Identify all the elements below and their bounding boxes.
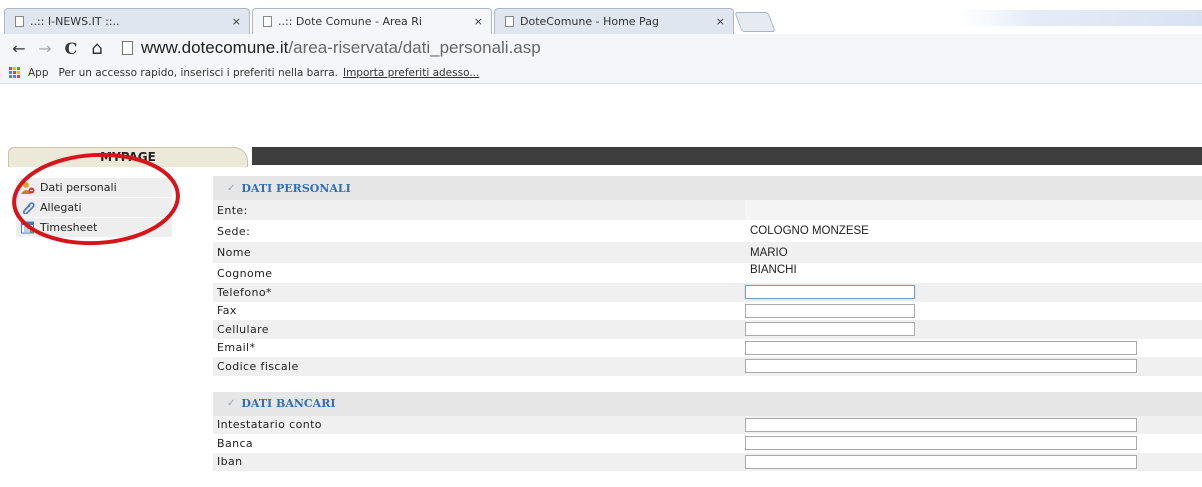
window-titlebar (960, 10, 1202, 26)
check-icon: ✓ (227, 398, 236, 409)
bookmarks-bar: App Per un accesso rapido, inserisci i p… (0, 62, 1202, 84)
url-host: www.dotecomune.it (141, 38, 289, 57)
iban-input[interactable] (745, 454, 1137, 469)
home-button[interactable]: ⌂ (84, 38, 110, 59)
row-sede: Sede: COLOGNO MONZESE (213, 220, 1202, 242)
cellulare-input[interactable] (745, 322, 915, 337)
page-icon (263, 16, 272, 27)
tab-dotecomune-home[interactable]: DoteComune - Home Pag × (494, 8, 734, 34)
section-header-bank: ✓ DATI BANCARI (213, 391, 1202, 416)
row-iban: Iban (213, 452, 1202, 471)
apps-label[interactable]: App (28, 67, 49, 79)
field-label: Cognome (217, 266, 273, 280)
intestatario-input[interactable] (745, 417, 1137, 432)
reload-button[interactable]: C (58, 39, 84, 58)
personal-data-form: ✓ DATI PERSONALI Ente: Sede: COLOGNO MON… (213, 176, 1202, 471)
close-icon[interactable]: × (716, 15, 725, 28)
row-codice-fiscale: Codice fiscale (213, 357, 1202, 376)
telefono-input[interactable] (745, 285, 915, 300)
section-header-personal: ✓ DATI PERSONALI (213, 176, 1202, 200)
tab-inews[interactable]: ..:: I-NEWS.IT ::.. × (4, 8, 250, 34)
field-value: BIANCHI (750, 264, 797, 276)
row-intestatario: Intestatario conto (213, 415, 1202, 434)
field-label: Banca (217, 436, 254, 450)
tab-dote-comune-area[interactable]: ..:: Dote Comune - Area Ri × (252, 8, 492, 34)
fax-input[interactable] (745, 303, 915, 318)
back-button[interactable]: ← (6, 39, 32, 58)
close-icon[interactable]: × (232, 15, 241, 28)
section-title: DATI PERSONALI (241, 181, 351, 195)
tab-title: DoteComune - Home Pag (520, 15, 659, 28)
section-title: DATI BANCARI (241, 397, 336, 410)
close-icon[interactable]: × (474, 15, 483, 28)
page-icon (122, 41, 133, 55)
email-input[interactable] (745, 340, 1137, 355)
field-label: Nome (217, 246, 252, 259)
forward-button[interactable]: → (32, 39, 58, 58)
new-tab-button[interactable] (734, 12, 776, 32)
tab-title: ..:: I-NEWS.IT ::.. (30, 15, 120, 28)
row-fax: Fax (213, 302, 1202, 321)
annotation-circle (12, 152, 180, 246)
banca-input[interactable] (745, 436, 1137, 451)
field-label: Telefono* (217, 285, 272, 299)
row-nome: Nome MARIO (213, 242, 1202, 263)
apps-grid-icon[interactable] (9, 66, 22, 79)
field-label: Ente: (217, 203, 248, 217)
page-icon (505, 16, 514, 27)
row-banca: Banca (213, 434, 1202, 453)
field-value: MARIO (750, 246, 788, 259)
field-label: Intestatario conto (217, 418, 322, 432)
address-bar: ← → C ⌂ www.dotecomune.it/area-riservata… (0, 34, 1202, 62)
url-path: /area-riservata/dati_personali.asp (288, 38, 541, 57)
import-bookmarks-link[interactable]: Importa preferiti adesso... (343, 67, 479, 79)
tab-title: ..:: Dote Comune - Area Ri (278, 15, 422, 28)
row-cellulare: Cellulare (213, 320, 1202, 339)
header-bar (252, 147, 1202, 165)
page-icon (15, 16, 24, 27)
url-field[interactable]: www.dotecomune.it/area-riservata/dati_pe… (122, 38, 541, 58)
field-label: Sede: (217, 224, 251, 238)
field-value: COLOGNO MONZESE (750, 225, 869, 237)
field-label: Cellulare (217, 322, 269, 336)
browser-tabstrip: ..:: I-NEWS.IT ::.. × ..:: Dote Comune -… (0, 0, 1202, 34)
field-label: Codice fiscale (217, 359, 299, 373)
field-label: Iban (217, 455, 243, 469)
row-ente: Ente: (213, 200, 1202, 220)
row-email: Email* (213, 339, 1202, 358)
bookmarks-hint: Per un accesso rapido, inserisci i prefe… (58, 66, 338, 79)
field-label: Fax (217, 304, 237, 318)
check-icon: ✓ (227, 182, 236, 194)
field-label: Email* (217, 341, 256, 355)
row-cognome: Cognome BIANCHI (213, 263, 1202, 283)
field-value (745, 200, 1202, 220)
row-telefono: Telefono* (213, 283, 1202, 302)
codice-fiscale-input[interactable] (745, 359, 1137, 374)
